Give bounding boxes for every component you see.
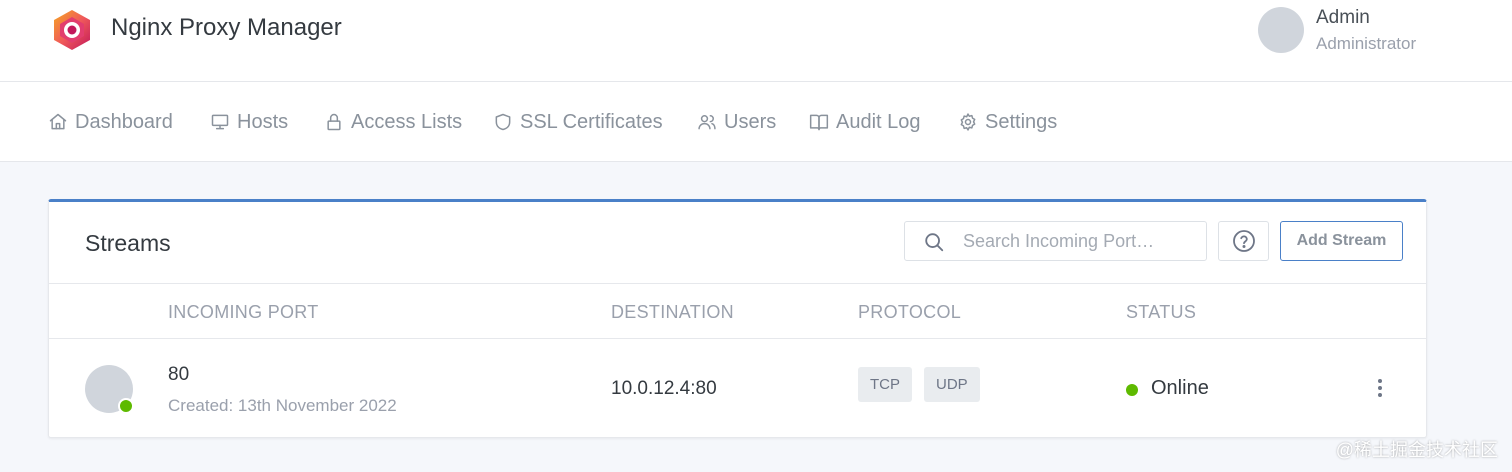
column-header-incoming-port[interactable]: INCOMING PORT bbox=[168, 302, 319, 323]
nav-ssl-certificates[interactable]: SSL Certificates bbox=[493, 109, 663, 135]
destination: 10.0.12.4:80 bbox=[611, 378, 717, 399]
nav-hosts[interactable]: Hosts bbox=[210, 109, 288, 135]
top-header: Nginx Proxy Manager Admin Administrator bbox=[0, 0, 1512, 82]
nav-label: Hosts bbox=[237, 110, 289, 133]
card-title: Streams bbox=[85, 230, 171, 256]
nav-dashboard[interactable]: Dashboard bbox=[48, 109, 173, 135]
nav-label: SSL Certificates bbox=[520, 110, 663, 133]
status-text: Online bbox=[1151, 377, 1209, 399]
watermark: @稀土掘金技术社区 bbox=[1335, 440, 1498, 460]
status-dot bbox=[1126, 384, 1138, 396]
streams-card: Streams Add Stream INCOMING PORT DESTINA… bbox=[48, 199, 1427, 438]
nav-users[interactable]: Users bbox=[697, 109, 776, 135]
nginx-proxy-manager-logo-icon[interactable] bbox=[50, 8, 94, 52]
search-box bbox=[904, 221, 1207, 261]
search-input[interactable] bbox=[963, 222, 1198, 260]
nav-label: Audit Log bbox=[836, 110, 921, 133]
nav-label: Dashboard bbox=[75, 110, 173, 133]
nav-label: Settings bbox=[985, 110, 1058, 133]
protocol-tag-udp: UDP bbox=[924, 367, 980, 402]
help-button[interactable] bbox=[1218, 221, 1269, 261]
nav-label: Users bbox=[724, 110, 777, 133]
nav-access-lists[interactable]: Access Lists bbox=[324, 109, 462, 135]
users-icon bbox=[698, 115, 716, 130]
table-row: 80 Created: 13th November 2022 10.0.12.4… bbox=[49, 339, 1426, 438]
gear-icon bbox=[960, 113, 976, 131]
column-header-destination[interactable]: DESTINATION bbox=[611, 302, 734, 323]
user-role: Administrator bbox=[1316, 34, 1417, 53]
row-actions-button[interactable] bbox=[1369, 375, 1391, 401]
lock-icon bbox=[327, 113, 341, 131]
user-avatar[interactable] bbox=[1258, 7, 1304, 53]
online-indicator bbox=[118, 398, 134, 414]
column-header-status[interactable]: STATUS bbox=[1126, 302, 1196, 323]
shield-icon bbox=[495, 113, 511, 131]
more-vertical-icon bbox=[1378, 379, 1382, 397]
nav-label: Access Lists bbox=[351, 110, 463, 133]
book-icon bbox=[809, 114, 829, 131]
home-icon bbox=[49, 113, 67, 130]
table-header: INCOMING PORT DESTINATION PROTOCOL STATU… bbox=[49, 283, 1426, 339]
monitor-icon bbox=[211, 114, 229, 130]
created-date: Created: 13th November 2022 bbox=[168, 396, 397, 415]
nav-settings[interactable]: Settings bbox=[958, 109, 1057, 135]
column-header-protocol[interactable]: PROTOCOL bbox=[858, 302, 961, 323]
search-icon bbox=[925, 233, 944, 252]
protocol-tag-tcp: TCP bbox=[858, 367, 912, 402]
help-circle-icon bbox=[1232, 230, 1255, 252]
incoming-port: 80 bbox=[168, 364, 190, 385]
add-stream-button[interactable]: Add Stream bbox=[1280, 221, 1403, 261]
nav-audit-log[interactable]: Audit Log bbox=[809, 109, 921, 135]
main-nav: Dashboard Hosts Access Lists SSL Certifi… bbox=[0, 82, 1512, 162]
user-name[interactable]: Admin bbox=[1316, 7, 1370, 29]
app-title[interactable]: Nginx Proxy Manager bbox=[111, 14, 342, 42]
